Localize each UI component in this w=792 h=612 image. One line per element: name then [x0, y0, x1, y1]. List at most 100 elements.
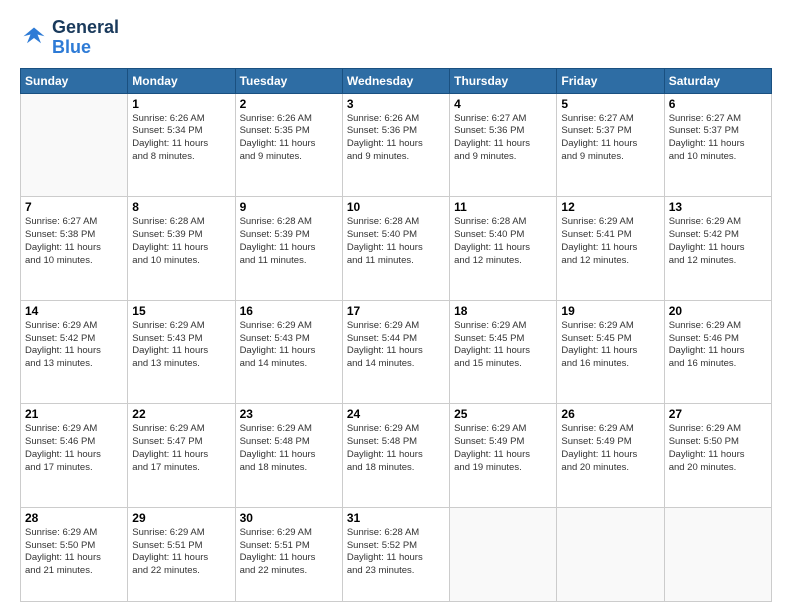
day-detail: Sunrise: 6:28 AM Sunset: 5:52 PM Dayligh… [347, 527, 445, 578]
day-detail: Sunrise: 6:27 AM Sunset: 5:36 PM Dayligh… [454, 113, 552, 164]
calendar-table: SundayMondayTuesdayWednesdayThursdayFrid… [20, 68, 772, 602]
day-number: 8 [132, 200, 230, 214]
calendar-cell: 26 Sunrise: 6:29 AM Sunset: 5:49 PM Dayli… [557, 404, 664, 508]
day-number: 13 [669, 200, 767, 214]
day-number: 25 [454, 407, 552, 421]
day-detail: Sunrise: 6:28 AM Sunset: 5:40 PM Dayligh… [454, 216, 552, 267]
day-number: 4 [454, 97, 552, 111]
day-number: 12 [561, 200, 659, 214]
calendar-cell: 10 Sunrise: 6:28 AM Sunset: 5:40 PM Dayli… [342, 197, 449, 301]
calendar-cell: 1 Sunrise: 6:26 AM Sunset: 5:34 PM Daylig… [128, 93, 235, 197]
day-detail: Sunrise: 6:29 AM Sunset: 5:44 PM Dayligh… [347, 320, 445, 371]
calendar-week-row: 28 Sunrise: 6:29 AM Sunset: 5:50 PM Dayli… [21, 507, 772, 601]
day-detail: Sunrise: 6:29 AM Sunset: 5:46 PM Dayligh… [25, 423, 123, 474]
day-detail: Sunrise: 6:28 AM Sunset: 5:40 PM Dayligh… [347, 216, 445, 267]
calendar-cell: 2Sunrise: 6:26 AM Sunset: 5:35 PM Daylig… [235, 93, 342, 197]
calendar-cell: 28 Sunrise: 6:29 AM Sunset: 5:50 PM Dayli… [21, 507, 128, 601]
calendar-header-monday: Monday [128, 68, 235, 93]
day-number: 1 [132, 97, 230, 111]
calendar-cell: 15 Sunrise: 6:29 AM Sunset: 5:43 PM Dayli… [128, 300, 235, 404]
calendar-cell [557, 507, 664, 601]
day-number: 15 [132, 304, 230, 318]
calendar-cell: 23 Sunrise: 6:29 AM Sunset: 5:48 PM Dayli… [235, 404, 342, 508]
day-detail: Sunrise: 6:29 AM Sunset: 5:46 PM Dayligh… [669, 320, 767, 371]
calendar-cell: 16Sunrise: 6:29 AM Sunset: 5:43 PM Dayli… [235, 300, 342, 404]
day-number: 7 [25, 200, 123, 214]
day-number: 14 [25, 304, 123, 318]
day-number: 3 [347, 97, 445, 111]
calendar-cell: 22 Sunrise: 6:29 AM Sunset: 5:47 PM Dayli… [128, 404, 235, 508]
day-number: 26 [561, 407, 659, 421]
day-number: 23 [240, 407, 338, 421]
day-detail: Sunrise: 6:27 AM Sunset: 5:38 PM Dayligh… [25, 216, 123, 267]
calendar-week-row: 7 Sunrise: 6:27 AM Sunset: 5:38 PM Daylig… [21, 197, 772, 301]
calendar-header-wednesday: Wednesday [342, 68, 449, 93]
calendar-cell: 11 Sunrise: 6:28 AM Sunset: 5:40 PM Dayli… [450, 197, 557, 301]
day-number: 31 [347, 511, 445, 525]
calendar-cell: 21 Sunrise: 6:29 AM Sunset: 5:46 PM Dayli… [21, 404, 128, 508]
calendar-header-saturday: Saturday [664, 68, 771, 93]
calendar-header-sunday: Sunday [21, 68, 128, 93]
calendar-cell: 27 Sunrise: 6:29 AM Sunset: 5:50 PM Dayli… [664, 404, 771, 508]
calendar-cell: 18Sunrise: 6:29 AM Sunset: 5:45 PM Dayli… [450, 300, 557, 404]
day-number: 19 [561, 304, 659, 318]
calendar-cell: 6Sunrise: 6:27 AM Sunset: 5:37 PM Daylig… [664, 93, 771, 197]
calendar-cell: 13 Sunrise: 6:29 AM Sunset: 5:42 PM Dayli… [664, 197, 771, 301]
day-detail: Sunrise: 6:29 AM Sunset: 5:47 PM Dayligh… [132, 423, 230, 474]
calendar-cell: 7 Sunrise: 6:27 AM Sunset: 5:38 PM Daylig… [21, 197, 128, 301]
day-detail: Sunrise: 6:29 AM Sunset: 5:50 PM Dayligh… [669, 423, 767, 474]
day-number: 5 [561, 97, 659, 111]
calendar-cell: 31 Sunrise: 6:28 AM Sunset: 5:52 PM Dayli… [342, 507, 449, 601]
calendar-cell: 20 Sunrise: 6:29 AM Sunset: 5:46 PM Dayli… [664, 300, 771, 404]
day-number: 9 [240, 200, 338, 214]
day-detail: Sunrise: 6:29 AM Sunset: 5:49 PM Dayligh… [561, 423, 659, 474]
day-number: 29 [132, 511, 230, 525]
calendar-cell [450, 507, 557, 601]
calendar-cell: 30 Sunrise: 6:29 AM Sunset: 5:51 PM Dayli… [235, 507, 342, 601]
calendar-cell: 24Sunrise: 6:29 AM Sunset: 5:48 PM Dayli… [342, 404, 449, 508]
day-number: 18 [454, 304, 552, 318]
day-number: 17 [347, 304, 445, 318]
day-detail: Sunrise: 6:26 AM Sunset: 5:36 PM Dayligh… [347, 113, 445, 164]
day-number: 2 [240, 97, 338, 111]
day-number: 16 [240, 304, 338, 318]
day-detail: Sunrise: 6:29 AM Sunset: 5:50 PM Dayligh… [25, 527, 123, 578]
day-detail: Sunrise: 6:29 AM Sunset: 5:42 PM Dayligh… [669, 216, 767, 267]
day-number: 21 [25, 407, 123, 421]
calendar-cell: 5Sunrise: 6:27 AM Sunset: 5:37 PM Daylig… [557, 93, 664, 197]
day-detail: Sunrise: 6:26 AM Sunset: 5:34 PM Dayligh… [132, 113, 230, 164]
calendar-cell [21, 93, 128, 197]
calendar-week-row: 21 Sunrise: 6:29 AM Sunset: 5:46 PM Dayli… [21, 404, 772, 508]
calendar-cell: 25 Sunrise: 6:29 AM Sunset: 5:49 PM Dayli… [450, 404, 557, 508]
calendar-cell: 19Sunrise: 6:29 AM Sunset: 5:45 PM Dayli… [557, 300, 664, 404]
day-number: 6 [669, 97, 767, 111]
calendar-cell: 9 Sunrise: 6:28 AM Sunset: 5:39 PM Daylig… [235, 197, 342, 301]
day-number: 20 [669, 304, 767, 318]
calendar-cell: 8Sunrise: 6:28 AM Sunset: 5:39 PM Daylig… [128, 197, 235, 301]
logo: GeneralBlue [20, 18, 119, 58]
day-number: 30 [240, 511, 338, 525]
day-detail: Sunrise: 6:28 AM Sunset: 5:39 PM Dayligh… [240, 216, 338, 267]
day-number: 27 [669, 407, 767, 421]
day-detail: Sunrise: 6:29 AM Sunset: 5:43 PM Dayligh… [132, 320, 230, 371]
day-detail: Sunrise: 6:29 AM Sunset: 5:42 PM Dayligh… [25, 320, 123, 371]
day-number: 10 [347, 200, 445, 214]
calendar-week-row: 1 Sunrise: 6:26 AM Sunset: 5:34 PM Daylig… [21, 93, 772, 197]
calendar-cell: 14 Sunrise: 6:29 AM Sunset: 5:42 PM Dayli… [21, 300, 128, 404]
calendar-cell: 17 Sunrise: 6:29 AM Sunset: 5:44 PM Dayli… [342, 300, 449, 404]
day-detail: Sunrise: 6:29 AM Sunset: 5:51 PM Dayligh… [240, 527, 338, 578]
day-detail: Sunrise: 6:29 AM Sunset: 5:49 PM Dayligh… [454, 423, 552, 474]
calendar-cell: 29Sunrise: 6:29 AM Sunset: 5:51 PM Dayli… [128, 507, 235, 601]
calendar-header-thursday: Thursday [450, 68, 557, 93]
calendar-header-tuesday: Tuesday [235, 68, 342, 93]
logo-text: GeneralBlue [52, 18, 119, 58]
calendar-cell: 4 Sunrise: 6:27 AM Sunset: 5:36 PM Daylig… [450, 93, 557, 197]
day-number: 22 [132, 407, 230, 421]
header: GeneralBlue [20, 18, 772, 58]
day-number: 11 [454, 200, 552, 214]
day-detail: Sunrise: 6:29 AM Sunset: 5:48 PM Dayligh… [347, 423, 445, 474]
calendar-cell: 3 Sunrise: 6:26 AM Sunset: 5:36 PM Daylig… [342, 93, 449, 197]
day-number: 28 [25, 511, 123, 525]
calendar-cell [664, 507, 771, 601]
day-detail: Sunrise: 6:29 AM Sunset: 5:48 PM Dayligh… [240, 423, 338, 474]
